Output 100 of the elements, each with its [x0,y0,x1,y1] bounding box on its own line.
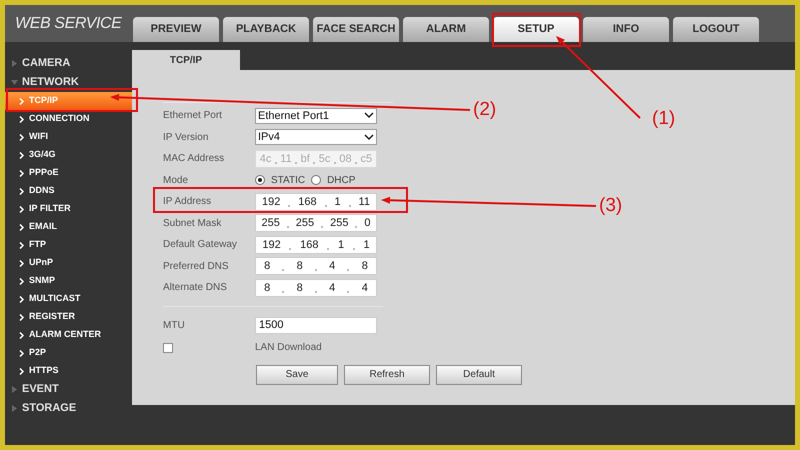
sidebar-item[interactable]: P2P [5,344,132,362]
chevron-right-icon [19,152,24,158]
octet-text: 168 [298,194,317,210]
octet-text: 8 [264,280,270,296]
chevron-right-icon [19,278,24,284]
sidebar-section[interactable]: STORAGE [5,399,132,418]
sidebar-section[interactable]: NETWORK [5,73,132,92]
sidebar-section[interactable]: EVENT [5,380,132,399]
nav-tab[interactable]: INFO [583,17,669,42]
octet-text: 192 [262,194,280,210]
page-tab[interactable]: TCP/IP [132,50,240,70]
octet-text: bf [300,152,310,166]
field-label: Mode [163,174,190,188]
sidebar-item[interactable]: UPnP [5,254,132,272]
address-field[interactable]: 255 255 255 0 [255,214,377,232]
dropdown-field[interactable]: Ethernet Port1 [255,108,377,124]
sidebar-item[interactable]: HTTPS [5,362,132,380]
address-field[interactable]: 8 8 4 8 [255,257,377,276]
sidebar-item[interactable]: ALARM CENTER [5,326,132,344]
field-label: IP Version [163,130,210,145]
chevron-down-icon [364,112,374,120]
chevron-right-icon [19,368,24,374]
chevron-right-icon [19,332,24,338]
radio-label: DHCP [327,174,356,188]
checkbox-label: LAN Download [255,341,322,355]
address-field[interactable]: 8 8 4 4 [255,278,377,297]
field-label: MAC Address [163,152,226,166]
nav-tab[interactable]: PLAYBACK [223,17,309,42]
nav-tab[interactable]: PREVIEW [133,17,219,42]
octet-text: 168 [300,238,319,252]
field-label: IP Address [163,195,212,210]
chevron-down-icon [364,134,374,141]
address-field[interactable]: 192 168 1 1 [255,236,377,254]
chevron-right-icon [19,116,24,122]
sidebar-item[interactable]: DDNS [5,182,132,200]
sidebar-item[interactable]: PPPoE [5,164,132,182]
octet-text: 11 [280,152,292,166]
sidebar-item[interactable]: CONNECTION [5,110,132,128]
sidebar-item[interactable]: FTP [5,236,132,254]
octet-text: 1 [338,238,344,252]
sidebar-item[interactable]: MULTICAST [5,290,132,308]
callout-label: (3) [599,195,622,217]
triangle-right-icon [11,405,18,412]
dropdown-field[interactable]: IPv4 [255,129,377,146]
nav-tab[interactable]: SETUP [493,17,579,42]
address-field[interactable]: 192 168 1 11 [255,192,377,211]
radio-button[interactable] [255,175,265,186]
octet-text: 08 [339,152,352,166]
sidebar-item[interactable]: 3G/4G [5,146,132,164]
octet-text: 8 [296,280,303,296]
octet-text: 4c [260,152,272,166]
octet-text: 255 [296,216,314,231]
action-button[interactable]: Save [256,364,338,384]
octet-text: 8 [362,259,368,274]
octet-text: 255 [261,216,280,231]
octet-text: c5 [360,152,372,166]
octet-text: 4 [362,280,368,296]
callout-label: (1) [652,108,676,130]
chevron-right-icon [19,170,24,176]
radio-button[interactable] [311,175,322,186]
sidebar-item[interactable]: SNMP [5,272,132,290]
nav-tab[interactable]: LOGOUT [673,17,759,42]
octet-text: 4 [329,259,336,274]
sidebar-item[interactable]: WIFI [5,128,132,146]
octet-text: 5c [318,152,330,166]
chevron-right-icon [19,188,24,194]
field-label: Preferred DNS [163,260,230,274]
octet-text: 192 [262,238,281,252]
octet-text: 8 [296,259,303,274]
octet-text: 4 [329,280,336,296]
field-label: Default Gateway [163,238,238,252]
triangle-right-icon [11,386,18,393]
octet-text: 11 [358,194,370,210]
sidebar-item[interactable]: IP FILTER [5,200,132,218]
checkbox[interactable] [163,342,173,352]
chevron-right-icon [19,134,24,140]
action-button[interactable]: Default [436,364,522,384]
input-field[interactable]: 1500 [255,317,377,334]
callout-label: (2) [473,99,496,121]
sidebar-item[interactable]: REGISTER [5,308,132,326]
chevron-right-icon [19,224,24,230]
field-label: MTU [163,319,186,333]
sidebar-section[interactable]: CAMERA [5,54,132,73]
radio-label: STATIC [271,174,306,188]
nav-tab[interactable]: FACE SEARCH [313,17,399,42]
field-label: Subnet Mask [163,216,222,231]
triangle-right-icon [11,60,18,67]
chevron-right-icon [19,350,24,356]
nav-tab[interactable]: ALARM [403,17,489,42]
sidebar-item[interactable]: EMAIL [5,218,132,236]
octet-text: 1 [334,194,341,210]
chevron-right-icon [19,206,24,212]
action-button[interactable]: Refresh [344,364,430,384]
app-logo: WEB SERVICE [15,14,122,34]
octet-text: 8 [264,259,270,274]
octet-text: 0 [364,216,370,231]
field-label: Ethernet Port [163,109,223,124]
chevron-right-icon [19,314,24,320]
triangle-down-icon [11,79,18,86]
octet-text: 1 [364,238,370,252]
